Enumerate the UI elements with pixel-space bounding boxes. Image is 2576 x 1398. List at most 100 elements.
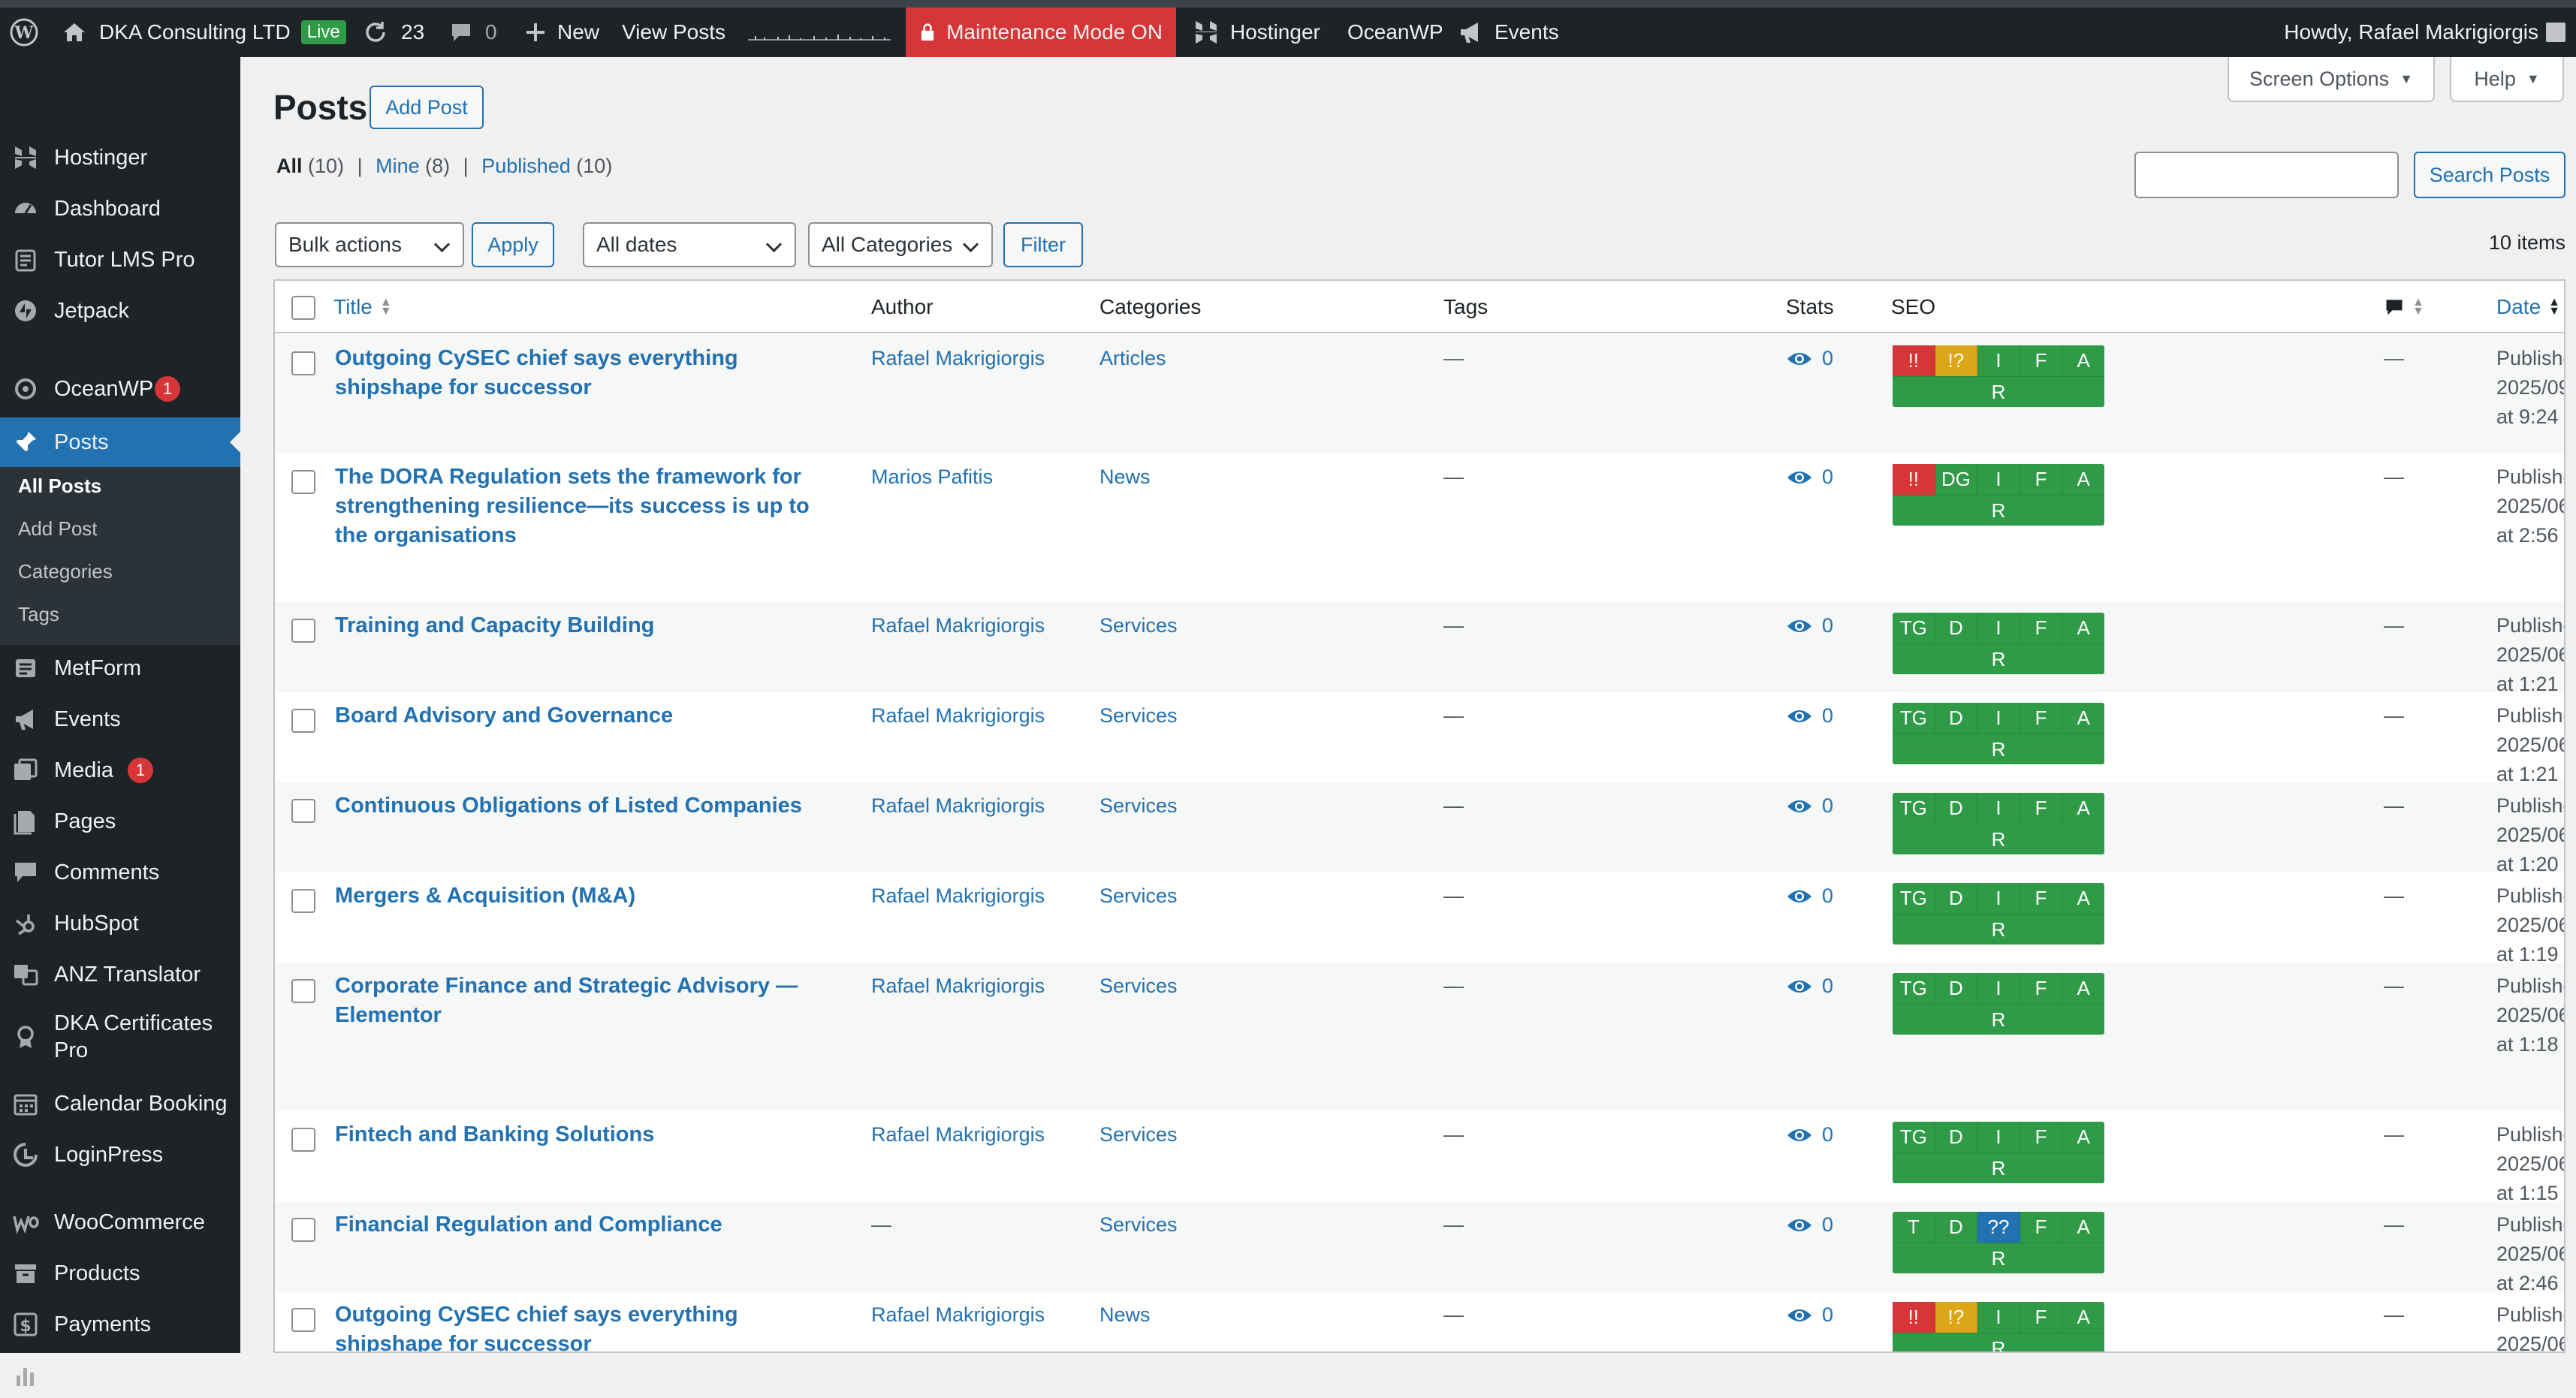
filter-button[interactable]: Filter	[1003, 222, 1083, 267]
post-title-link[interactable]: Fintech and Banking Solutions	[335, 1122, 654, 1146]
sidebar-item-hostinger[interactable]: Hostinger	[0, 135, 240, 180]
seo-check-badge[interactable]: I	[1977, 613, 2020, 643]
seo-check-badge[interactable]: F	[2020, 464, 2063, 495]
my-account-link[interactable]: Howdy, Rafael Makrigiorgis	[2284, 8, 2565, 57]
category-link[interactable]: Services	[1099, 1120, 1178, 1149]
author-link[interactable]: Rafael Makrigiorgis	[871, 881, 1045, 911]
screen-options-button[interactable]: Screen Options ▼	[2228, 57, 2435, 102]
maintenance-mode-toggle[interactable]: Maintenance Mode ON	[906, 8, 1176, 57]
sidebar-item-tutor-lms-pro[interactable]: Tutor LMS Pro	[0, 237, 240, 282]
updates-link[interactable]: 23	[362, 8, 424, 57]
sidebar-item-payments[interactable]: $Payments	[0, 1302, 240, 1347]
seo-check-badge[interactable]: !!	[1893, 464, 1935, 495]
sidebar-item-media[interactable]: Media1	[0, 748, 240, 793]
date-filter-select[interactable]: All dates	[583, 222, 796, 267]
post-title-link[interactable]: Mergers & Acquisition (M&A)	[335, 884, 635, 908]
apply-button[interactable]: Apply	[472, 222, 554, 267]
stats-link[interactable]: 0	[1786, 462, 1833, 492]
seo-readability-badge[interactable]: R	[1893, 914, 2104, 945]
seo-readability-badge[interactable]: R	[1893, 376, 2104, 407]
category-link[interactable]: News	[1099, 1300, 1151, 1330]
post-title-link[interactable]: Corporate Finance and Strategic Advisory	[335, 974, 770, 998]
seo-check-badge[interactable]: I	[1977, 703, 2020, 734]
view-published[interactable]: Published	[481, 155, 571, 177]
row-checkbox[interactable]	[291, 619, 315, 643]
seo-check-badge[interactable]: A	[2062, 613, 2104, 643]
seo-check-badge[interactable]: ??	[1977, 1212, 2020, 1243]
submenu-categories[interactable]: Categories	[18, 560, 113, 583]
view-posts-link[interactable]: View Posts	[622, 8, 725, 57]
sidebar-item-woocommerce[interactable]: WooCommerce	[0, 1200, 240, 1245]
row-checkbox[interactable]	[291, 351, 315, 375]
author-link[interactable]: Rafael Makrigiorgis	[871, 791, 1045, 821]
stats-link[interactable]: 0	[1786, 881, 1833, 911]
post-title-link[interactable]: Outgoing CySEC chief says everything shi…	[335, 346, 738, 399]
category-link[interactable]: Services	[1099, 881, 1178, 911]
seo-readability-badge[interactable]: R	[1893, 734, 2104, 764]
help-button[interactable]: Help ▼	[2450, 57, 2564, 102]
seo-check-badge[interactable]: A	[2062, 973, 2104, 1004]
stats-link[interactable]: 0	[1786, 972, 1833, 1001]
row-checkbox[interactable]	[291, 799, 315, 823]
seo-check-badge[interactable]: I	[1977, 1302, 2020, 1333]
author-link[interactable]: Rafael Makrigiorgis	[871, 701, 1045, 731]
sidebar-item-analytics[interactable]: Analytics	[0, 1353, 240, 1398]
hostinger-link[interactable]: Hostinger	[1193, 8, 1320, 57]
author-link[interactable]: Rafael Makrigiorgis	[871, 1120, 1045, 1149]
seo-check-badge[interactable]: F	[2020, 793, 2063, 824]
category-link[interactable]: Services	[1099, 791, 1178, 821]
sidebar-item-oceanwp[interactable]: OceanWP1	[0, 366, 240, 411]
seo-check-badge[interactable]: A	[2062, 1122, 2104, 1152]
seo-check-badge[interactable]: !?	[1935, 1302, 1978, 1333]
stats-link[interactable]: 0	[1786, 1300, 1833, 1330]
sidebar-item-products[interactable]: Products	[0, 1251, 240, 1296]
row-checkbox[interactable]	[291, 709, 315, 733]
seo-check-badge[interactable]: D	[1935, 1212, 1978, 1243]
search-posts-button[interactable]: Search Posts	[2414, 152, 2565, 198]
sidebar-item-posts[interactable]: Posts	[0, 417, 240, 467]
author-link[interactable]: Marios Pafitis	[871, 462, 993, 492]
stats-link[interactable]: 0	[1786, 1210, 1833, 1240]
seo-check-badge[interactable]: D	[1935, 1122, 1978, 1152]
category-link[interactable]: Services	[1099, 1210, 1178, 1240]
sidebar-item-pages[interactable]: Pages	[0, 799, 240, 844]
select-all-checkbox[interactable]	[291, 296, 315, 320]
new-content-link[interactable]: New	[524, 8, 599, 57]
author-link[interactable]: Rafael Makrigiorgis	[871, 344, 1045, 373]
row-checkbox[interactable]	[291, 889, 315, 913]
category-link[interactable]: News	[1099, 462, 1151, 492]
sidebar-item-metform[interactable]: MetForm	[0, 646, 240, 691]
site-name-link[interactable]: DKA Consulting LTD Live	[62, 8, 346, 57]
stats-link[interactable]: 0	[1786, 701, 1833, 731]
seo-check-badge[interactable]: A	[2062, 703, 2104, 734]
seo-check-badge[interactable]: I	[1977, 793, 2020, 824]
seo-readability-badge[interactable]: R	[1893, 643, 2104, 674]
sidebar-item-jetpack[interactable]: Jetpack	[0, 288, 240, 333]
seo-check-badge[interactable]: TG	[1893, 793, 1935, 824]
category-link[interactable]: Services	[1099, 701, 1178, 731]
seo-check-badge[interactable]: !?	[1935, 345, 1978, 376]
seo-check-badge[interactable]: T	[1893, 1212, 1935, 1243]
seo-readability-badge[interactable]: R	[1893, 1333, 2104, 1353]
author-link[interactable]: —	[871, 1210, 891, 1240]
sidebar-item-comments[interactable]: Comments	[0, 850, 240, 895]
seo-check-badge[interactable]: I	[1977, 345, 2020, 376]
category-link[interactable]: Services	[1099, 611, 1178, 640]
seo-check-badge[interactable]: TG	[1893, 883, 1935, 914]
seo-check-badge[interactable]: D	[1935, 883, 1978, 914]
row-checkbox[interactable]	[291, 1308, 315, 1332]
stats-link[interactable]: 0	[1786, 791, 1833, 821]
stats-sparkline[interactable]	[748, 8, 891, 57]
seo-check-badge[interactable]: D	[1935, 973, 1978, 1004]
row-checkbox[interactable]	[291, 979, 315, 1003]
post-title-link[interactable]: The DORA Regulation sets the framework f…	[335, 465, 810, 547]
seo-check-badge[interactable]: A	[2062, 1212, 2104, 1243]
seo-check-badge[interactable]: F	[2020, 345, 2063, 376]
seo-check-badge[interactable]: F	[2020, 1302, 2063, 1333]
row-checkbox[interactable]	[291, 1218, 315, 1242]
seo-check-badge[interactable]: A	[2062, 345, 2104, 376]
sidebar-item-hubspot[interactable]: HubSpot	[0, 901, 240, 946]
author-link[interactable]: Rafael Makrigiorgis	[871, 1300, 1045, 1330]
comments-link[interactable]: 0	[449, 8, 497, 57]
submenu-tags[interactable]: Tags	[18, 603, 59, 626]
